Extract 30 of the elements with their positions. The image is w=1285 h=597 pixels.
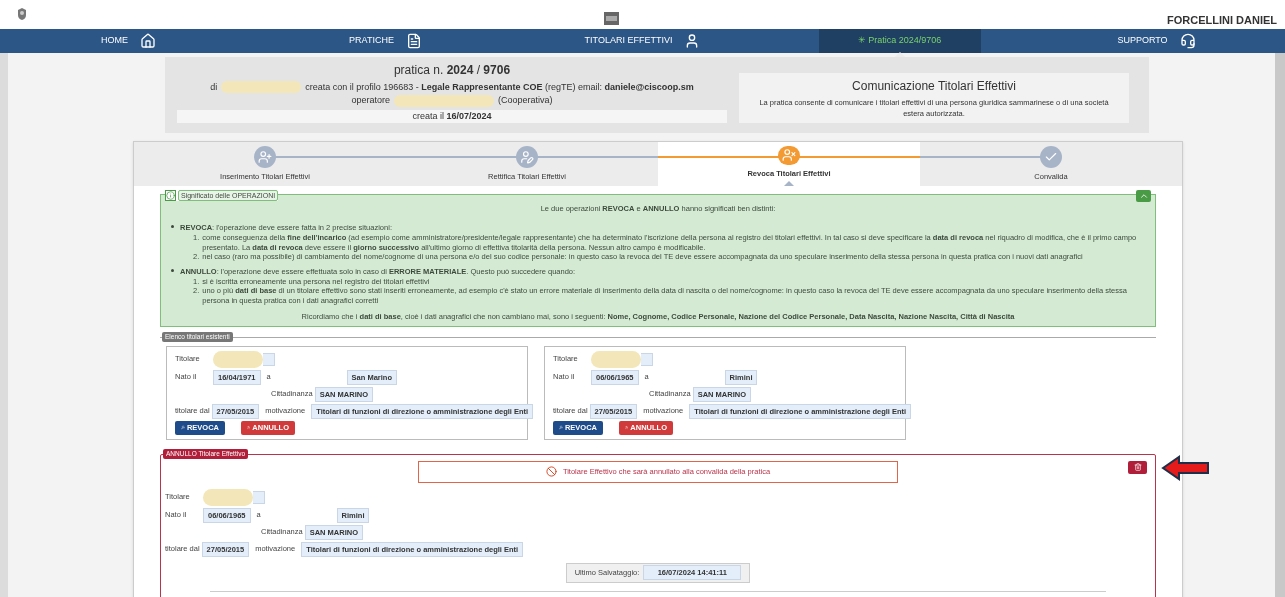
document-icon <box>405 32 422 49</box>
name-field <box>263 352 275 366</box>
pointer-arrow <box>1161 454 1211 481</box>
home-icon <box>140 32 156 49</box>
delete-button[interactable] <box>1128 460 1147 474</box>
redaction-mark <box>591 350 641 368</box>
user-name: FORCELLINI DANIEL <box>1167 13 1277 28</box>
creator-text: creata con il profilo 196683 - Legale Rappresentante COE (regTE) email: daniele@ciscoop.sm <box>305 80 694 94</box>
headset-icon <box>1179 32 1196 49</box>
created-date: creata il 16/07/2024 <box>412 109 492 123</box>
operator-label: operatore <box>351 94 390 107</box>
name-field <box>641 352 653 366</box>
nav-tab[interactable]: TITOLARI EFFETTIVI <box>572 28 713 53</box>
name-field <box>253 490 265 504</box>
trash-icon <box>1133 463 1142 471</box>
bullet-icon <box>171 268 174 272</box>
nav-tab[interactable]: SUPPORTO <box>1105 28 1208 53</box>
nav-tab[interactable]: HOME <box>89 28 168 53</box>
nav-tab[interactable]: PRATICHE <box>337 28 434 53</box>
emblem-icon <box>16 7 28 22</box>
description-title: Comunicazione Titolari Effettivi <box>852 77 1016 95</box>
logo-icon <box>604 12 619 25</box>
prohibited-icon <box>545 466 557 477</box>
redaction-mark <box>213 350 263 368</box>
pratica-title: pratica n. 2024 / 9706 <box>393 61 511 79</box>
bullet-icon <box>171 224 174 228</box>
operator-type: (Cooperativa) <box>498 94 553 107</box>
creator-prefix: di <box>210 80 218 94</box>
collapse-button[interactable] <box>1136 189 1151 202</box>
redaction-mark <box>203 488 253 506</box>
